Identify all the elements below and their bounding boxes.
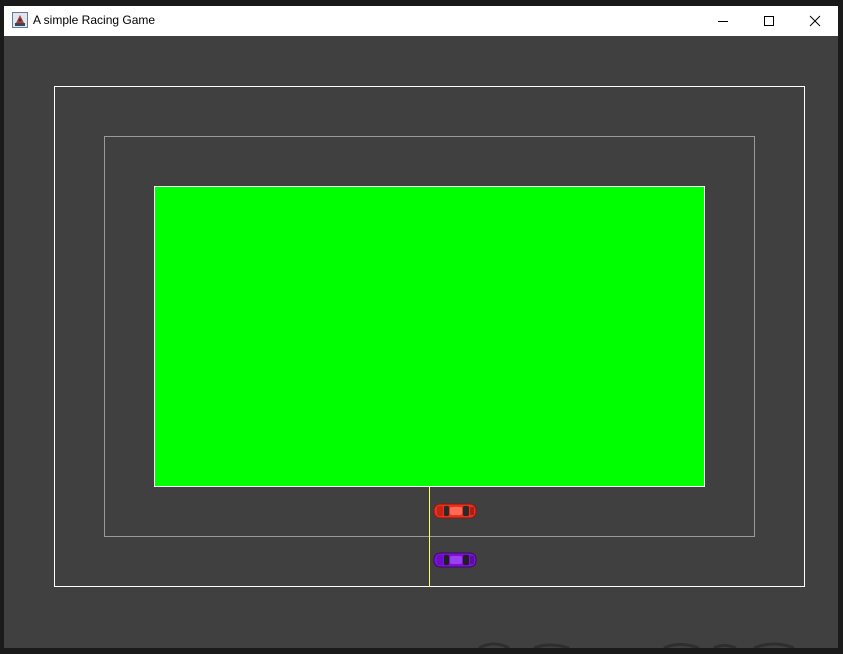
minimize-button[interactable] xyxy=(700,6,746,36)
infield-grass xyxy=(154,186,705,487)
java-app-icon xyxy=(12,12,28,28)
maximize-icon xyxy=(764,16,774,26)
close-button[interactable] xyxy=(792,6,838,36)
app-window: A simple Racing Game xyxy=(4,6,838,648)
start-finish-line xyxy=(429,487,430,587)
game-canvas[interactable] xyxy=(4,36,838,648)
window-title: A simple Racing Game xyxy=(33,13,156,27)
close-icon xyxy=(809,15,821,27)
purple-car xyxy=(433,552,477,568)
minimize-icon xyxy=(718,21,728,22)
title-bar[interactable]: A simple Racing Game xyxy=(4,6,838,36)
maximize-button[interactable] xyxy=(746,6,792,36)
red-car xyxy=(433,503,477,519)
ground-texture xyxy=(478,642,795,648)
